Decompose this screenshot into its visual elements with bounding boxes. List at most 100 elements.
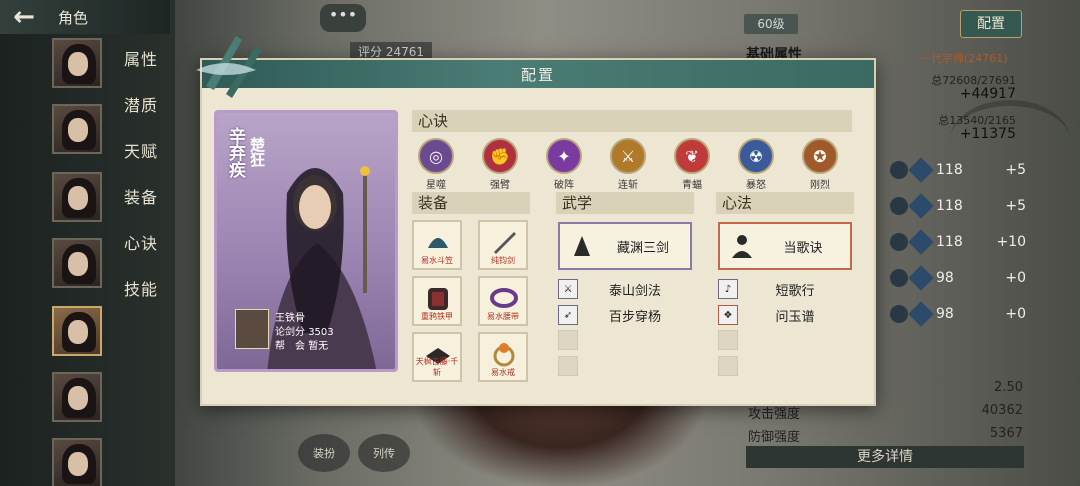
empty-slot [558, 330, 578, 350]
stat-value: 98 [936, 270, 954, 286]
meditation-icon [732, 235, 752, 258]
equip-name: 易水腰带 [487, 312, 519, 321]
wuxue-sub-slot[interactable]: ➶ 百步穿杨 [558, 304, 692, 326]
guild-value: 暂无 [308, 341, 329, 352]
equip-slot[interactable]: 易水斗笠 [412, 220, 462, 270]
score-value: 24761 [385, 45, 425, 59]
skill-name: 暴怒 [746, 180, 766, 191]
character-avatar-7[interactable] [52, 438, 102, 486]
sidebar-item-potential[interactable]: 潜质 [124, 92, 158, 116]
slash-icon[interactable]: ⚔ [610, 138, 646, 174]
dress-up-button[interactable]: 装扮 [298, 434, 350, 472]
player-avatar [235, 309, 269, 349]
character-card: 辛弃疾 楚狂 王铁骨 论剑分 3503 帮 会 暂无 [214, 110, 398, 372]
equip-slot[interactable]: 天枫古藤·千斩 [412, 332, 462, 382]
config-modal: 配置 辛弃疾 楚狂 王铁骨 论剑分 3503 帮 会 暂无 心诀 ◎ 星噬 ✊ 强臂… [196, 36, 876, 406]
skill-slot[interactable]: ✪ 刚烈 [800, 138, 840, 191]
equip-slot[interactable]: 重鸦铁甲 [412, 276, 462, 326]
skill-name: 星噬 [426, 180, 446, 191]
skill-slot[interactable]: ❦ 青蝠 [672, 138, 712, 191]
sidebar-item-attributes[interactable]: 属性 [124, 46, 158, 70]
empty-slot [558, 356, 578, 376]
lower-stat-value: 5367 [989, 426, 1023, 441]
stat-row: 118 +5 [890, 193, 1070, 219]
character-avatar-2[interactable] [52, 104, 102, 154]
stat-delta: +10 [996, 234, 1026, 250]
stat-delta: +0 [1005, 270, 1026, 286]
character-avatar-6[interactable] [52, 372, 102, 422]
skill-name: 连斩 [618, 180, 638, 191]
xinfa-sub-slot[interactable]: ♪ 短歌行 [718, 278, 852, 300]
arm-icon[interactable]: ✊ [482, 138, 518, 174]
modal-title: 配置 [520, 65, 555, 84]
stat-delta: +5 [1005, 198, 1026, 214]
character-name: 辛弃疾 [225, 127, 245, 178]
wuxue-sub-slot[interactable]: ⚔ 泰山剑法 [558, 278, 692, 300]
stat-value: 118 [936, 234, 963, 250]
xinfa-main-slot[interactable]: 当歌诀 [718, 222, 852, 270]
sword-icon [494, 232, 516, 254]
equip-name: 重鸦铁甲 [421, 312, 453, 321]
stat-value: 118 [936, 198, 963, 214]
equip-name: 易水斗笠 [421, 256, 453, 265]
equip-slot[interactable]: 易水戒 [478, 332, 528, 382]
skill-slot[interactable]: ◎ 星噬 [416, 138, 456, 191]
wuxue-main-name: 藏渊三剑 [616, 240, 669, 256]
stat-row: 118 +5 [890, 157, 1070, 183]
empty-slot [718, 330, 738, 350]
armor-icon [428, 288, 448, 310]
equip-slot[interactable]: 易水腰带 [478, 276, 528, 326]
stat-value: 118 [936, 162, 963, 178]
character-avatar-4[interactable] [52, 238, 102, 288]
skill-slot[interactable]: ☢ 暴怒 [736, 138, 776, 191]
equip-name: 天枫古藤·千斩 [415, 357, 459, 377]
character-avatar-5[interactable] [52, 306, 102, 356]
back-bar[interactable]: ← 角色 [0, 0, 170, 34]
skill-slot[interactable]: ⚔ 连斩 [608, 138, 648, 191]
character-avatar-3[interactable] [52, 172, 102, 222]
player-info: 王铁骨 论剑分 3503 帮 会 暂无 [235, 309, 395, 355]
shatter-icon[interactable]: ✦ [546, 138, 582, 174]
wuxue-main-slot[interactable]: 藏渊三剑 [558, 222, 692, 270]
swirl-icon[interactable]: ◎ [418, 138, 454, 174]
sidebar-item-xinjue[interactable]: 心诀 [124, 230, 158, 254]
level-badge: 60级 [744, 14, 798, 34]
gem-icon [908, 229, 934, 255]
sword-style-icon: ⚔ [558, 279, 578, 299]
lower-stat-row: 防御强度 5367 [748, 426, 1023, 445]
score-label: 评分 [358, 45, 383, 59]
more-details-button[interactable]: 更多详情 [746, 446, 1024, 468]
rage-icon[interactable]: ☢ [738, 138, 774, 174]
skill-name: 青蝠 [682, 180, 702, 191]
stat-icon [890, 197, 908, 215]
xinfa-sub-slot[interactable]: ❖ 问玉谱 [718, 304, 852, 326]
sidebar-item-equipment[interactable]: 装备 [124, 184, 158, 208]
stat-icon [890, 233, 908, 251]
chat-bubble-icon[interactable]: ••• [320, 4, 366, 32]
lower-stat-value: 2.50 [994, 380, 1023, 395]
archer-icon: ➶ [558, 305, 578, 325]
gem-icon [908, 157, 934, 183]
hat-icon [428, 238, 448, 248]
biography-button[interactable]: 列传 [358, 434, 410, 472]
player-name: 王铁骨 [275, 313, 305, 324]
skill-slot[interactable]: ✊ 强臂 [480, 138, 520, 191]
gem-icon [908, 265, 934, 291]
equip-name: 纯钧剑 [491, 256, 515, 265]
stat-delta: +5 [1005, 162, 1026, 178]
bat-icon[interactable]: ❦ [674, 138, 710, 174]
wuxue-sub-name: 百步穿杨 [608, 309, 661, 325]
skill-slot[interactable]: ✦ 破阵 [544, 138, 584, 191]
equip-slot[interactable]: 纯钧剑 [478, 220, 528, 270]
arrow-left-icon[interactable]: ← [0, 0, 48, 34]
bonus-stat-1: +44917 [959, 86, 1016, 102]
fist-icon[interactable]: ✪ [802, 138, 838, 174]
character-avatar-1[interactable] [52, 38, 102, 88]
config-button[interactable]: 配置 [960, 10, 1022, 38]
stat-delta: +0 [1005, 306, 1026, 322]
sidebar-item-talent[interactable]: 天赋 [124, 138, 158, 162]
stat-icon [890, 269, 908, 287]
sidebar-item-skills[interactable]: 技能 [124, 276, 158, 300]
xinfa-sub-name: 问玉谱 [775, 309, 815, 325]
stat-icon [890, 305, 908, 323]
